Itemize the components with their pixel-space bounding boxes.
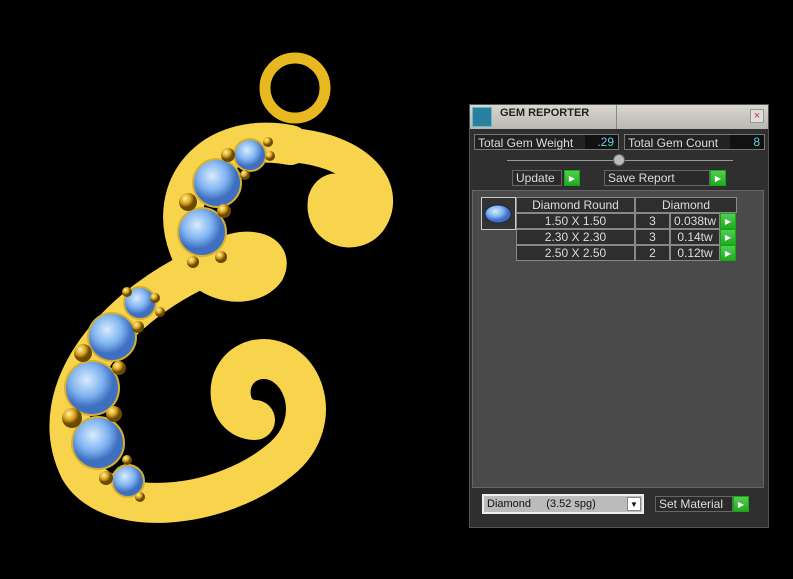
gem-stone [192, 158, 242, 208]
row-count: 3 [635, 213, 670, 229]
diamond-round-icon[interactable] [481, 197, 516, 230]
row-size: 2.50 X 2.50 [516, 245, 635, 261]
gold-bead [62, 408, 82, 428]
update-go-icon[interactable]: ▶ [564, 170, 580, 186]
gold-bead [122, 287, 132, 297]
material-selected: Diamond (3.52 spg) [487, 498, 596, 510]
title-divider [616, 105, 617, 129]
gold-bead [122, 455, 132, 465]
row-select-go-icon[interactable]: ▶ [720, 229, 736, 245]
gold-bead [187, 256, 199, 268]
gold-bead [265, 151, 275, 161]
gold-bead [106, 406, 122, 422]
row-weight: 0.038tw [670, 213, 720, 229]
row-count: 3 [635, 229, 670, 245]
chevron-down-icon[interactable]: ▼ [627, 497, 641, 511]
gold-bead [217, 204, 231, 218]
row-size: 2.30 X 2.30 [516, 229, 635, 245]
header-material: Diamond [635, 197, 737, 213]
gem-reporter-app-icon [472, 107, 492, 127]
header-gem-type: Diamond Round [516, 197, 635, 213]
gold-bead [112, 361, 126, 375]
row-weight: 0.12tw [670, 245, 720, 261]
row-select-go-icon[interactable]: ▶ [720, 245, 736, 261]
total-gem-count-value: 8 [730, 135, 764, 149]
gold-bead [135, 492, 145, 502]
title-bar[interactable]: GEM REPORTER × [470, 105, 768, 129]
gold-bead [74, 344, 92, 362]
update-button[interactable]: Update [512, 170, 562, 186]
close-button[interactable]: × [750, 109, 764, 123]
save-report-go-icon[interactable]: ▶ [710, 170, 726, 186]
gem-stone [71, 416, 125, 470]
row-size: 1.50 X 1.50 [516, 213, 635, 229]
total-gem-weight-value: .29 [585, 135, 618, 149]
gold-bead [99, 471, 113, 485]
set-material-button[interactable]: Set Material [655, 496, 733, 512]
gem-stone [87, 312, 137, 362]
gem-stone [233, 138, 267, 172]
gold-bead [132, 321, 144, 333]
set-material-go-icon[interactable]: ▶ [733, 496, 749, 512]
gold-bead [155, 307, 165, 317]
gem-reporter-panel: GEM REPORTER × Total Gem Weight .29 Tota… [469, 104, 769, 528]
gold-bead [221, 148, 235, 162]
material-select[interactable]: Diamond (3.52 spg) ▼ [482, 494, 644, 514]
gold-bead [263, 137, 273, 147]
gold-bead [179, 193, 197, 211]
row-weight: 0.14tw [670, 229, 720, 245]
collapse-knob[interactable] [613, 154, 625, 166]
gem-list-area: Diamond Round Diamond 1.50 X 1.50 3 0.038t… [472, 190, 764, 488]
gold-bead [150, 293, 160, 303]
row-select-go-icon[interactable]: ▶ [720, 213, 736, 229]
gold-bead [215, 251, 227, 263]
gold-bead [240, 170, 250, 180]
window-title: GEM REPORTER [500, 107, 590, 119]
row-count: 2 [635, 245, 670, 261]
save-report-button[interactable]: Save Report [604, 170, 710, 186]
bail-ring [259, 52, 331, 124]
